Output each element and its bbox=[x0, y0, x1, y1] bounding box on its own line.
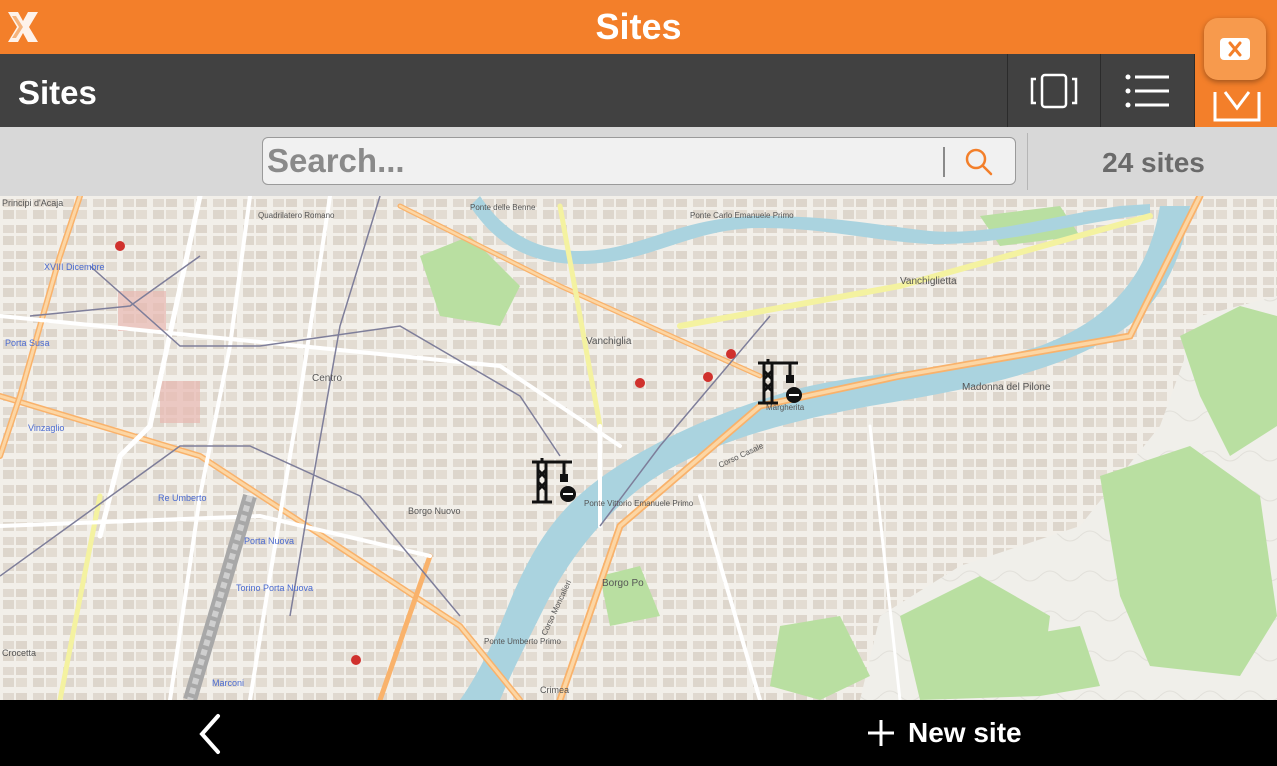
list-icon bbox=[1125, 74, 1169, 107]
count-divider bbox=[1027, 133, 1028, 190]
close-overlay-button[interactable] bbox=[1204, 18, 1266, 80]
search-box bbox=[262, 137, 1016, 185]
bottom-bar: New site bbox=[0, 700, 1277, 766]
map-label: Crocetta bbox=[2, 648, 36, 658]
map-label: Centro bbox=[312, 373, 342, 384]
chevron-left-icon bbox=[199, 714, 220, 754]
list-view-button[interactable] bbox=[1100, 54, 1193, 127]
toolbar: Sites bbox=[0, 54, 1277, 127]
toolbar-title: Sites bbox=[18, 74, 97, 111]
map-label: Ponte Umberto Primo bbox=[484, 637, 561, 646]
search-bar: 24 sites bbox=[0, 127, 1277, 196]
map-view-button[interactable] bbox=[1007, 54, 1100, 127]
close-icon bbox=[1220, 38, 1250, 60]
map-label: Madonna del Pilone bbox=[962, 382, 1051, 393]
map-label: Crimea bbox=[540, 685, 569, 695]
new-site-button[interactable]: New site bbox=[864, 713, 1022, 753]
search-input[interactable] bbox=[267, 138, 937, 184]
checkbox-icon bbox=[1213, 90, 1260, 122]
map-label: Borgo Po bbox=[602, 578, 644, 589]
map-label: Quadrilatero Romano bbox=[258, 211, 335, 220]
map-label: Vanchiglietta bbox=[900, 276, 957, 287]
map-label: Torino Porta Nuova bbox=[236, 583, 313, 593]
map-label: Re Umberto bbox=[158, 493, 207, 503]
carousel-icon bbox=[1030, 73, 1078, 108]
map-label: XVIII Dicembre bbox=[44, 262, 105, 272]
map-label: Vinzaglio bbox=[28, 423, 64, 433]
map-label: Principi d'Acaja bbox=[2, 198, 63, 208]
back-button[interactable] bbox=[182, 712, 242, 756]
map-label: Borgo Nuovo bbox=[408, 506, 461, 516]
site-count: 24 sites bbox=[1102, 147, 1205, 178]
app-header: Sites bbox=[0, 0, 1277, 54]
map-label: Marconi bbox=[212, 678, 244, 688]
search-divider bbox=[943, 147, 945, 177]
map-view[interactable]: Principi d'Acaja Porta Susa XVIII Dicemb… bbox=[0, 196, 1277, 700]
map-building bbox=[160, 381, 200, 423]
map-label: Porta Nuova bbox=[244, 536, 294, 546]
map-label: Ponte delle Benne bbox=[470, 203, 536, 212]
new-site-label: New site bbox=[908, 717, 1022, 748]
map-label: Ponte Vittorio Emanuele Primo bbox=[584, 499, 694, 508]
map-label: Porta Susa bbox=[5, 338, 50, 348]
map-label: Ponte Carlo Emanuele Primo bbox=[690, 211, 794, 220]
page-title: Sites bbox=[595, 6, 682, 47]
search-icon[interactable] bbox=[963, 146, 995, 178]
plus-icon bbox=[868, 720, 894, 746]
map-label: Vanchiglia bbox=[586, 336, 632, 347]
